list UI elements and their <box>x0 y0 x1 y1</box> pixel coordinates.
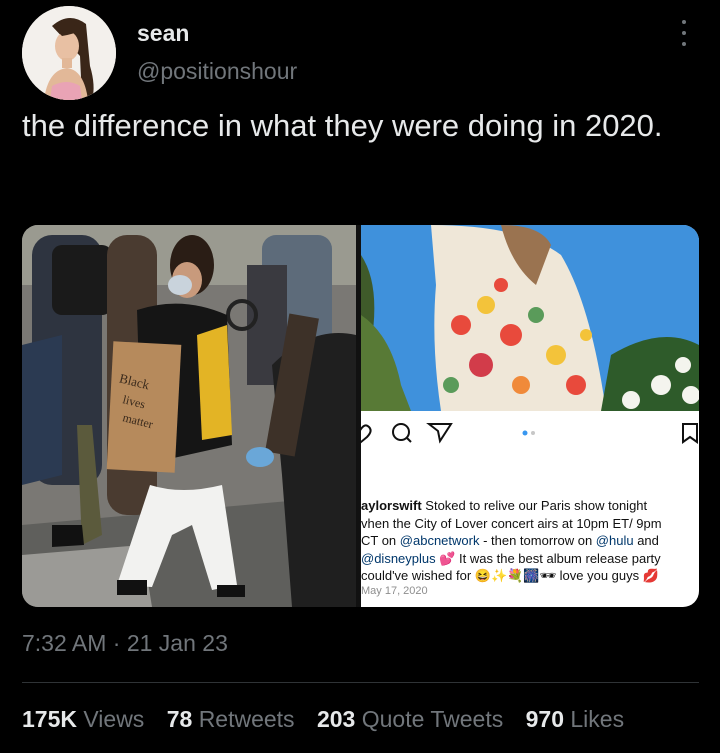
instagram-caption: aylorswift Stoked to relive our Paris sh… <box>361 497 699 585</box>
tweet-media[interactable]: Black lives matter aylorswift Stoked to … <box>22 225 699 607</box>
instagram-photo <box>361 225 699 411</box>
caption-mention: @abcnetwork <box>399 533 480 549</box>
caption-mention: @disneyplus <box>361 550 436 566</box>
caption-text: vhen the City of Lover concert airs at 1… <box>361 515 662 531</box>
caption-text: - then tomorrow on <box>479 533 596 549</box>
divider <box>22 682 699 683</box>
quotes-label: Quote Tweets <box>361 706 504 732</box>
tweet-text: the difference in what they were doing i… <box>22 108 663 143</box>
author-handle[interactable]: @positionshour <box>137 58 297 85</box>
views-stat[interactable]: 175K Views <box>22 706 144 733</box>
caption-text: CT on <box>361 533 400 549</box>
likes-count: 970 <box>525 706 564 732</box>
media-photo-protest[interactable]: Black lives matter <box>22 225 356 607</box>
caption-text: Stoked to relive our Paris show tonight <box>421 498 648 513</box>
caption-text: and <box>633 533 659 549</box>
likes-stat[interactable]: 970 Likes <box>526 706 624 733</box>
avatar[interactable] <box>22 6 116 100</box>
instagram-action-icons <box>361 423 698 444</box>
author-display-name[interactable]: sean <box>137 20 189 47</box>
media-instagram-screenshot[interactable]: aylorswift Stoked to relive our Paris sh… <box>361 225 699 607</box>
avatar-photo <box>22 6 116 100</box>
tweet-timestamp[interactable]: 7:32 AM · 21 Jan 23 <box>22 630 228 657</box>
instagram-post-date: May 17, 2020 <box>361 585 428 597</box>
caption-username: aylorswift <box>361 498 422 513</box>
quotes-count: 203 <box>316 706 356 732</box>
views-label: Views <box>83 706 145 732</box>
views-count: 175K <box>22 706 77 732</box>
likes-label: Likes <box>570 706 625 732</box>
caption-mention: @hulu <box>595 533 634 549</box>
tweet-stats: 175K Views 78 Retweets 203 Quote Tweets … <box>22 706 640 733</box>
caption-text: could've wished for 😆✨💐🎆🕶 love you guys … <box>361 568 659 584</box>
caption-text: 💕 It was the best album release party <box>435 550 661 566</box>
retweets-stat[interactable]: 78 Retweets <box>167 706 295 733</box>
protest-photo-image: Black lives matter <box>22 225 356 607</box>
more-options-icon[interactable] <box>676 20 692 46</box>
quote-tweets-stat[interactable]: 203 Quote Tweets <box>317 706 503 733</box>
retweets-label: Retweets <box>198 706 295 732</box>
retweets-count: 78 <box>166 706 193 732</box>
